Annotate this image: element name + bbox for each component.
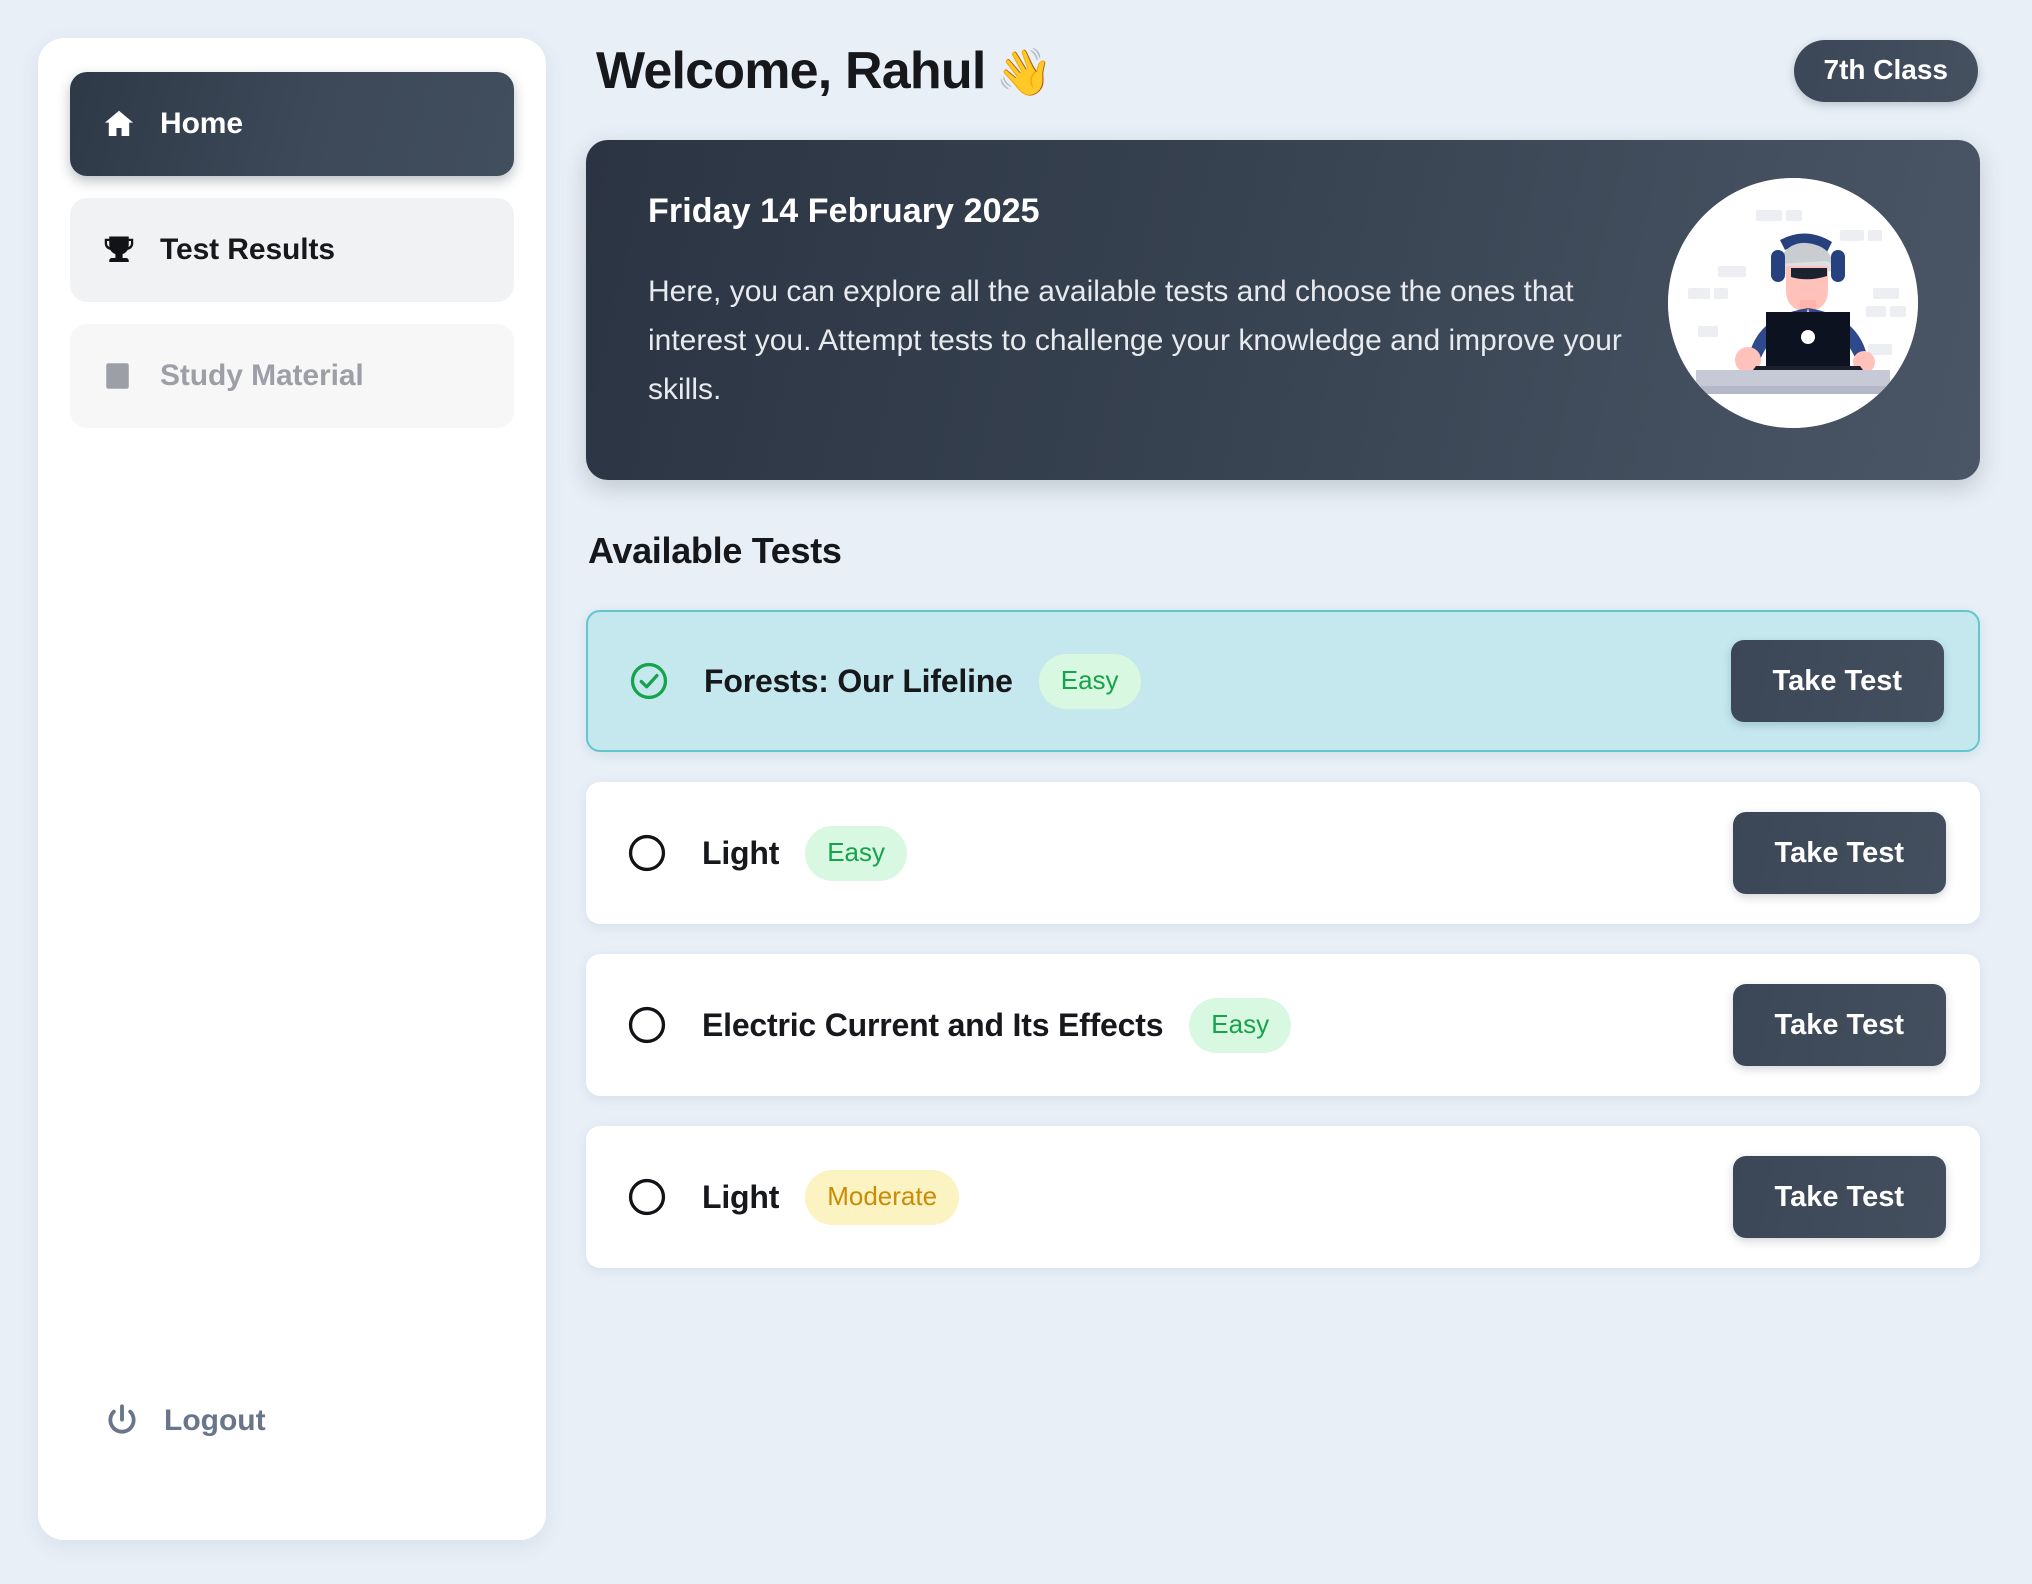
take-test-button[interactable]: Take Test bbox=[1732, 812, 1946, 894]
empty-circle-icon[interactable] bbox=[626, 832, 668, 874]
welcome-banner: Friday 14 February 2025 Here, you can ex… bbox=[586, 140, 1980, 480]
sidebar-item-study-material[interactable]: Study Material bbox=[70, 324, 514, 428]
book-icon bbox=[100, 357, 138, 395]
section-title-available-tests: Available Tests bbox=[588, 530, 842, 571]
sidebar-item-label: Home bbox=[160, 107, 243, 140]
sidebar-nav: Home Test Results Study Material bbox=[70, 72, 514, 428]
take-test-button[interactable]: Take Test bbox=[1730, 640, 1944, 722]
empty-circle-icon[interactable] bbox=[626, 1176, 668, 1218]
sidebar-item-home[interactable]: Home bbox=[70, 72, 514, 176]
test-name: Light bbox=[702, 834, 780, 871]
take-test-button[interactable]: Take Test bbox=[1732, 984, 1946, 1066]
top-bar: Welcome, Rahul 👋 7th Class bbox=[586, 22, 1980, 120]
difficulty-badge: Easy bbox=[1189, 997, 1292, 1053]
test-card[interactable]: Light Moderate Take Test bbox=[586, 1126, 1980, 1268]
test-name: Electric Current and Its Effects bbox=[702, 1006, 1164, 1043]
test-name: Forests: Our Lifeline bbox=[704, 662, 1013, 699]
logout-label: Logout bbox=[164, 1404, 266, 1437]
empty-circle-icon[interactable] bbox=[626, 1004, 668, 1046]
test-name: Light bbox=[702, 1178, 780, 1215]
power-icon bbox=[102, 1401, 142, 1441]
sidebar-item-test-results[interactable]: Test Results bbox=[70, 198, 514, 302]
sidebar-item-label: Test Results bbox=[160, 233, 335, 266]
difficulty-badge: Moderate bbox=[805, 1169, 960, 1225]
available-tests-list: Forests: Our Lifeline Easy Take Test Lig… bbox=[586, 610, 1980, 1268]
waving-hand-icon: 👋 bbox=[995, 46, 1053, 98]
trophy-icon bbox=[100, 231, 138, 269]
test-card[interactable]: Electric Current and Its Effects Easy Ta… bbox=[586, 954, 1980, 1096]
home-icon bbox=[100, 105, 138, 143]
class-badge[interactable]: 7th Class bbox=[1793, 40, 1978, 102]
main-content: Welcome, Rahul 👋 7th Class Friday 14 Febr… bbox=[546, 0, 2032, 1584]
logout-button[interactable]: Logout bbox=[70, 1388, 514, 1454]
take-test-button[interactable]: Take Test bbox=[1732, 1156, 1946, 1238]
sidebar: Home Test Results Study Material Logout bbox=[38, 38, 546, 1540]
banner-description: Here, you can explore all the available … bbox=[648, 275, 1622, 406]
sidebar-item-label: Study Material bbox=[160, 359, 364, 392]
page-title-text: Welcome, Rahul bbox=[596, 42, 986, 100]
test-card[interactable]: Light Easy Take Test bbox=[586, 782, 1980, 924]
page-title: Welcome, Rahul 👋 bbox=[596, 41, 1053, 101]
difficulty-badge: Easy bbox=[1038, 653, 1141, 709]
test-card[interactable]: Forests: Our Lifeline Easy Take Test bbox=[586, 610, 1980, 752]
check-circle-icon[interactable] bbox=[628, 660, 670, 702]
difficulty-badge: Easy bbox=[805, 825, 908, 881]
app-root: Home Test Results Study Material Logout … bbox=[0, 0, 2032, 1584]
student-at-laptop-illustration bbox=[1668, 178, 1918, 428]
